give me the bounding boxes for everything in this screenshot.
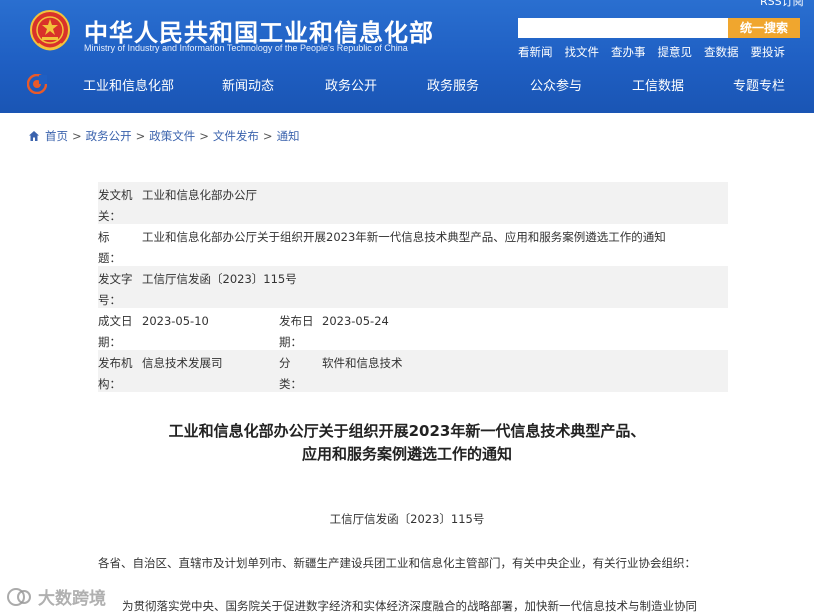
breadcrumb-separator: > — [72, 129, 82, 143]
quick-link-feedback[interactable]: 提意见 — [658, 44, 693, 60]
document-title-line: 应用和服务案例遴选工作的通知 — [301, 445, 512, 463]
meta-label: 标 题： — [98, 230, 133, 265]
nav-item-topics[interactable]: 专题专栏 — [733, 75, 785, 94]
document-metadata-table: 发文机关： 工业和信息化部办公厅 标 题： 工业和信息化部办公厅关于组织开展20… — [98, 182, 728, 392]
meta-row-issuer: 发文机关： 工业和信息化部办公厅 — [98, 182, 728, 224]
site-header: 中华人民共和国工业和信息化部 Ministry of Industry and … — [0, 0, 814, 113]
document-title: 工业和信息化部办公厅关于组织开展2023年新一代信息技术典型产品、 应用和服务案… — [100, 420, 714, 466]
meta-org-value: 信息技术发展司 — [142, 356, 223, 370]
home-icon — [29, 131, 39, 141]
document-salutation: 各省、自治区、直辖市及计划单列市、新疆生产建设兵团工业和信息化主管部门，有关中央… — [98, 556, 696, 570]
meta-label: 发文字号： — [98, 272, 133, 307]
breadcrumb-separator: > — [262, 129, 273, 143]
national-emblem-icon — [30, 10, 70, 51]
nav-item-ministry[interactable]: 工业和信息化部 — [83, 75, 174, 94]
meta-label: 发布日期： — [279, 314, 314, 349]
watermark-logo-icon — [7, 587, 31, 606]
nav-item-gov-services[interactable]: 政务服务 — [427, 75, 479, 94]
meta-row-title: 标 题： 工业和信息化部办公厅关于组织开展2023年新一代信息技术典型产品、应用… — [98, 224, 728, 266]
meta-row-org: 发布机构： 信息技术发展司 分 类： 软件和信息技术 — [98, 350, 728, 392]
watermark-text: 大数跨境 — [38, 589, 106, 609]
nav-item-public[interactable]: 公众参与 — [530, 75, 582, 94]
rss-link[interactable]: RSS订阅 — [760, 0, 804, 9]
site-subtitle: Ministry of Industry and Information Tec… — [84, 43, 408, 53]
main-nav: 工业和信息化部 新闻动态 政务公开 政务服务 公众参与 工信数据 专题专栏 — [0, 66, 814, 100]
ministry-logo-icon — [27, 74, 47, 94]
quick-link-complaint[interactable]: 要投诉 — [751, 44, 786, 60]
breadcrumb-policy-files[interactable]: 政策文件 — [149, 128, 195, 144]
watermark: 大数跨境 — [6, 584, 106, 609]
quick-link-data[interactable]: 查数据 — [704, 44, 739, 60]
breadcrumb-separator: > — [135, 129, 146, 143]
breadcrumb: 首页 > 政务公开 > 政策文件 > 文件发布 > 通知 — [28, 128, 300, 144]
quick-link-services[interactable]: 查办事 — [611, 44, 646, 60]
nav-item-gov-affairs[interactable]: 政务公开 — [325, 75, 377, 94]
meta-category-value: 软件和信息技术 — [322, 356, 403, 370]
meta-doc-number-value: 工信厅信发函〔2023〕115号 — [142, 272, 297, 286]
breadcrumb-notice[interactable]: 通知 — [277, 128, 300, 144]
meta-label: 发布机构： — [98, 356, 133, 391]
meta-label: 发文机关： — [98, 188, 133, 223]
quick-link-news[interactable]: 看新闻 — [518, 44, 553, 60]
quick-links: 看新闻 找文件 查办事 提意见 查数据 要投诉 — [518, 44, 785, 60]
document-title-line: 工业和信息化部办公厅关于组织开展2023年新一代信息技术典型产品、 — [168, 422, 646, 440]
nav-item-news[interactable]: 新闻动态 — [222, 75, 274, 94]
search-input[interactable] — [518, 18, 728, 38]
meta-label: 分 类： — [279, 356, 314, 391]
nav-item-data[interactable]: 工信数据 — [632, 75, 684, 94]
meta-label: 成文日期： — [98, 314, 133, 349]
document-number: 工信厅信发函〔2023〕115号 — [329, 512, 485, 526]
breadcrumb-home[interactable]: 首页 — [45, 128, 68, 144]
breadcrumb-gov-affairs[interactable]: 政务公开 — [86, 128, 132, 144]
breadcrumb-separator: > — [199, 129, 209, 143]
document-paragraph: 为贯彻落实党中央、国务院关于促进数字经济和实体经济深度融合的战略部署，加快新一代… — [122, 599, 697, 613]
quick-link-files[interactable]: 找文件 — [565, 44, 600, 60]
meta-row-doc-number: 发文字号： 工信厅信发函〔2023〕115号 — [98, 266, 728, 308]
breadcrumb-file-release[interactable]: 文件发布 — [213, 128, 259, 144]
meta-title-value: 工业和信息化部办公厅关于组织开展2023年新一代信息技术典型产品、应用和服务案例… — [142, 230, 666, 244]
meta-published-value: 2023-05-24 — [322, 314, 389, 328]
meta-issuer-value: 工业和信息化部办公厅 — [142, 188, 257, 202]
meta-row-dates: 成文日期： 2023-05-10 发布日期： 2023-05-24 — [98, 308, 728, 350]
meta-created-value: 2023-05-10 — [142, 314, 209, 328]
search-button[interactable]: 统一搜索 — [728, 18, 800, 38]
